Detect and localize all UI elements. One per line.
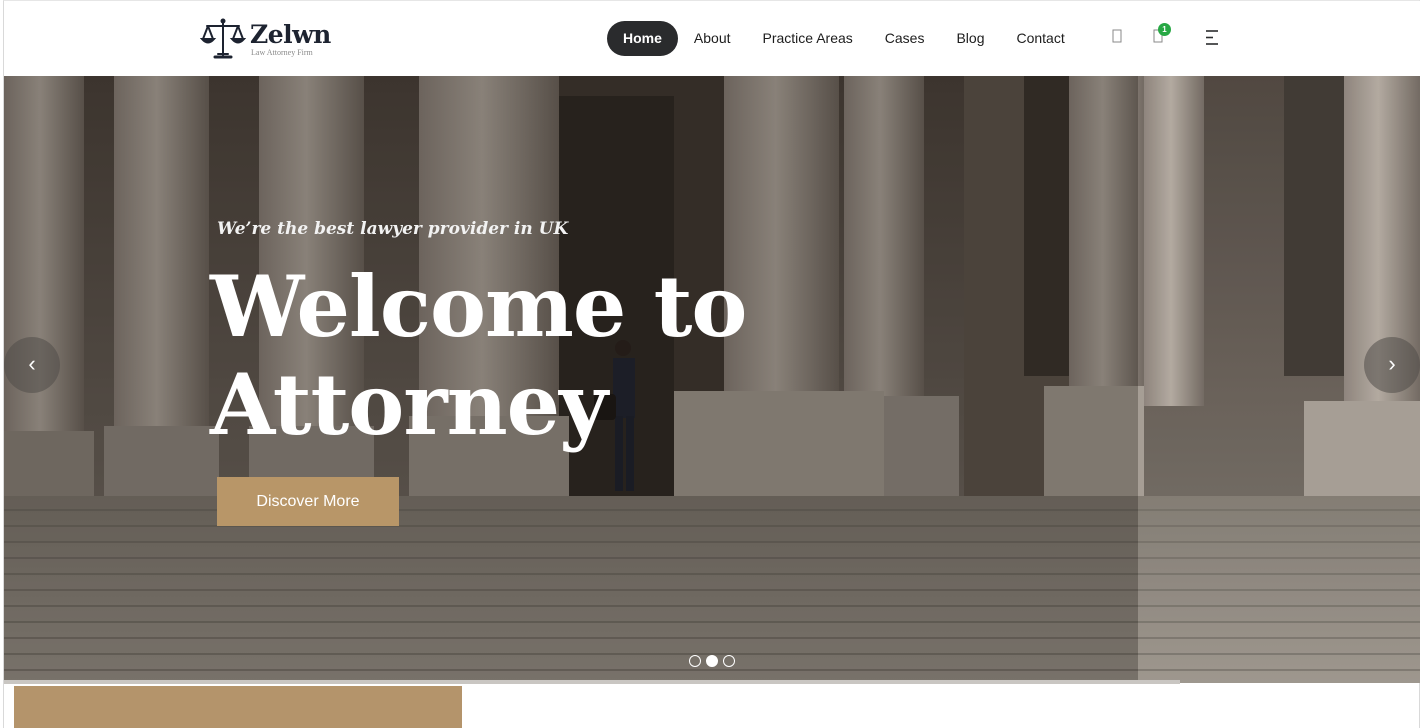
cart-button[interactable]: 1 <box>1153 23 1171 48</box>
site-header: Zelwn Law Attorney Firm Home About Pract… <box>4 1 1420 76</box>
next-section-block <box>14 686 462 728</box>
hero-slider: We’re the best lawyer provider in UK Wel… <box>4 76 1420 683</box>
nav-item-home[interactable]: Home <box>607 21 678 56</box>
hero-title-line-2: Attorney <box>210 355 608 454</box>
menu-icon <box>1206 30 1218 45</box>
menu-button[interactable] <box>1206 30 1219 50</box>
nav-item-cases[interactable]: Cases <box>869 21 941 56</box>
discover-more-button[interactable]: Discover More <box>217 477 399 526</box>
cart-count-badge: 1 <box>1158 23 1171 36</box>
slider-pagination <box>689 655 735 667</box>
search-button[interactable] <box>1112 29 1122 48</box>
nav-item-contact[interactable]: Contact <box>1000 21 1080 56</box>
brand-tagline: Law Attorney Firm <box>251 47 313 57</box>
slider-prev-button[interactable]: ‹ <box>4 337 60 393</box>
hero-title-line-1: Welcome to <box>210 257 747 356</box>
slider-progress-bar <box>4 680 1180 684</box>
chevron-right-icon: › <box>1388 351 1396 376</box>
slider-next-button[interactable]: › <box>1364 337 1420 393</box>
hero-title: Welcome to Attorney <box>210 257 747 454</box>
slider-dot-1[interactable] <box>689 655 701 667</box>
slider-dot-3[interactable] <box>723 655 735 667</box>
chevron-left-icon: ‹ <box>28 351 36 376</box>
search-icon <box>1112 29 1122 43</box>
slider-dot-2[interactable] <box>706 655 718 667</box>
nav-item-about[interactable]: About <box>678 21 747 56</box>
hero-subtitle: We’re the best lawyer provider in UK <box>217 219 569 239</box>
main-nav: Home About Practice Areas Cases Blog Con… <box>607 21 1081 56</box>
brand-name: Zelwn <box>250 19 331 49</box>
scales-of-justice-icon <box>200 18 246 59</box>
nav-item-blog[interactable]: Blog <box>940 21 1000 56</box>
logo[interactable]: Zelwn Law Attorney Firm <box>200 17 331 61</box>
nav-item-practice-areas[interactable]: Practice Areas <box>747 21 869 56</box>
